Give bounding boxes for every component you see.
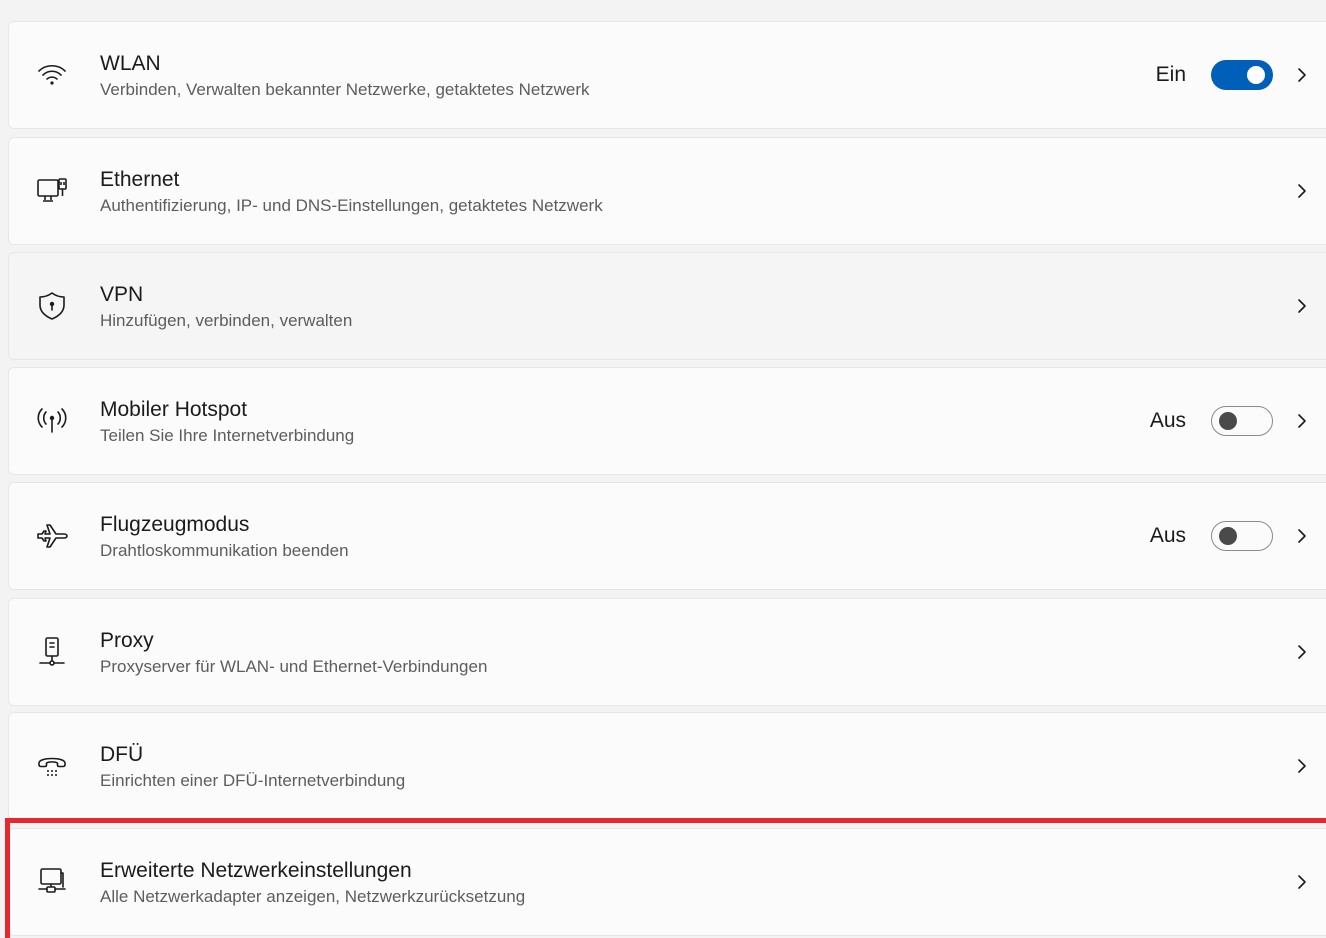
network-pc-icon	[35, 865, 69, 899]
chevron-right-icon	[1298, 875, 1306, 889]
row-title: DFÜ	[100, 743, 144, 766]
hotspot-icon	[35, 404, 69, 438]
toggle-state-label: Aus	[1149, 409, 1186, 432]
row-title: Proxy	[100, 629, 154, 652]
mobile-hotspot-toggle[interactable]	[1211, 406, 1273, 436]
toggle-knob	[1247, 66, 1265, 84]
row-subtitle: Verbinden, Verwalten bekannter Netzwerke…	[100, 80, 590, 99]
row-subtitle: Einrichten einer DFÜ-Internetverbindung	[100, 771, 406, 790]
settings-row-dialup[interactable]: DFÜ Einrichten einer DFÜ-Internetverbind…	[8, 712, 1326, 820]
toggle-state-label: Aus	[1149, 524, 1186, 547]
chevron-right-icon	[1298, 645, 1306, 659]
toggle-knob	[1219, 412, 1237, 430]
network-settings-list: WLAN Verbinden, Verwalten bekannter Netz…	[0, 0, 1326, 938]
row-subtitle: Teilen Sie Ihre Internetverbindung	[100, 426, 355, 445]
settings-row-airplane-mode[interactable]: Flugzeugmodus Drahtloskommunikation been…	[8, 482, 1326, 590]
settings-row-advanced-network[interactable]: Erweiterte Netzwerkeinstellungen Alle Ne…	[8, 828, 1326, 936]
wlan-toggle[interactable]	[1211, 60, 1273, 90]
row-title: Ethernet	[100, 168, 180, 191]
settings-row-vpn[interactable]: VPN Hinzufügen, verbinden, verwalten	[8, 252, 1326, 360]
chevron-right-icon	[1298, 299, 1306, 313]
vpn-shield-icon	[35, 289, 69, 323]
row-subtitle: Authentifizierung, IP- und DNS-Einstellu…	[100, 196, 603, 215]
row-title: VPN	[100, 283, 144, 306]
chevron-right-icon	[1298, 184, 1306, 198]
ethernet-icon	[35, 174, 69, 208]
row-subtitle: Drahtloskommunikation beenden	[100, 541, 349, 560]
chevron-right-icon	[1298, 529, 1306, 543]
chevron-right-icon	[1298, 414, 1306, 428]
settings-row-mobile-hotspot[interactable]: Mobiler Hotspot Teilen Sie Ihre Internet…	[8, 367, 1326, 475]
settings-row-proxy[interactable]: Proxy Proxyserver für WLAN- und Ethernet…	[8, 598, 1326, 706]
chevron-right-icon	[1298, 759, 1306, 773]
dialup-phone-icon	[35, 749, 69, 783]
settings-row-wlan[interactable]: WLAN Verbinden, Verwalten bekannter Netz…	[8, 21, 1326, 129]
row-subtitle: Alle Netzwerkadapter anzeigen, Netzwerkz…	[100, 887, 526, 906]
proxy-icon	[35, 635, 69, 669]
airplane-icon	[35, 519, 69, 553]
row-title: Erweiterte Netzwerkeinstellungen	[100, 859, 412, 882]
row-subtitle: Hinzufügen, verbinden, verwalten	[100, 311, 353, 330]
toggle-state-label: Ein	[1155, 63, 1186, 86]
wifi-icon	[35, 58, 69, 92]
settings-row-ethernet[interactable]: Ethernet Authentifizierung, IP- und DNS-…	[8, 137, 1326, 245]
row-title: Flugzeugmodus	[100, 513, 250, 536]
toggle-knob	[1219, 527, 1237, 545]
airplane-mode-toggle[interactable]	[1211, 521, 1273, 551]
row-title: WLAN	[100, 52, 161, 75]
row-title: Mobiler Hotspot	[100, 398, 248, 421]
chevron-right-icon	[1298, 68, 1306, 82]
row-subtitle: Proxyserver für WLAN- und Ethernet-Verbi…	[100, 657, 488, 676]
